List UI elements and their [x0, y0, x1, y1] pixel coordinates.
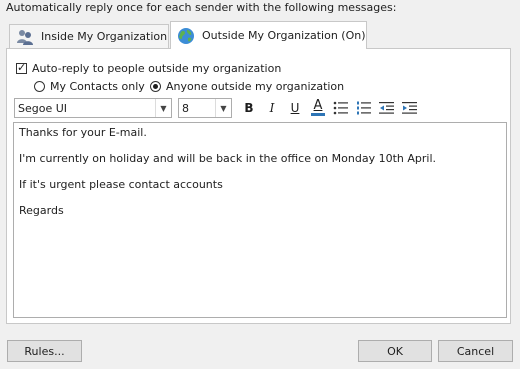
chevron-down-icon[interactable]: ▼: [215, 99, 231, 117]
increase-indent-icon: [402, 102, 417, 114]
auto-reply-option[interactable]: ✓ Auto-reply to people outside my organi…: [16, 61, 282, 75]
message-line: If it's urgent please contact accounts: [19, 178, 223, 191]
message-editor[interactable]: Thanks for your E-mail. I'm currently on…: [13, 122, 507, 318]
bullets-button[interactable]: [331, 98, 351, 118]
radio-selected-dot: [153, 84, 158, 89]
underline-icon: U: [290, 101, 300, 115]
cancel-button-label: Cancel: [456, 344, 495, 358]
rules-button[interactable]: Rules...: [7, 340, 82, 362]
chevron-down-icon[interactable]: ▼: [155, 99, 171, 117]
font-size-select[interactable]: 8 ▼: [178, 98, 232, 118]
bold-icon: B: [244, 101, 254, 115]
auto-reply-checkbox[interactable]: ✓: [16, 61, 27, 74]
font-color-button[interactable]: A: [308, 97, 328, 117]
font-select[interactable]: Segoe UI ▼: [14, 98, 172, 118]
instructions-label: Automatically reply once for each sender…: [6, 1, 397, 14]
rules-button-label: Rules...: [24, 344, 65, 358]
decrease-indent-icon: [379, 102, 394, 114]
message-line: Regards: [19, 204, 64, 217]
radio-anyone-option[interactable]: Anyone outside my organization: [150, 80, 344, 93]
tab-inside-my-organization[interactable]: Inside My Organization: [9, 24, 169, 48]
people-icon: [15, 27, 35, 47]
radio-anyone-label: Anyone outside my organization: [166, 80, 345, 93]
bold-button[interactable]: B: [239, 98, 259, 118]
message-line: I'm currently on holiday and will be bac…: [19, 152, 436, 165]
increase-indent-button[interactable]: [400, 98, 420, 118]
font-color-icon: A: [313, 97, 323, 113]
numbering-button[interactable]: [354, 98, 374, 118]
message-line: Thanks for your E-mail.: [19, 126, 147, 139]
cancel-button[interactable]: Cancel: [438, 340, 513, 362]
tab-outside-label: Outside My Organization (On): [202, 29, 366, 42]
underline-button[interactable]: U: [285, 98, 305, 118]
ok-button[interactable]: OK: [358, 340, 432, 362]
decrease-indent-button[interactable]: [377, 98, 397, 118]
tab-inside-label: Inside My Organization: [41, 30, 168, 43]
font-size-value: 8: [182, 101, 189, 115]
radio-my-contacts[interactable]: [34, 81, 45, 92]
checkmark-icon: ✓: [17, 61, 27, 74]
radio-my-contacts-label: My Contacts only: [50, 80, 145, 93]
auto-reply-label: Auto-reply to people outside my organiza…: [32, 62, 282, 75]
font-color-bar: [311, 112, 325, 116]
font-value: Segoe UI: [18, 101, 68, 115]
bullets-icon: [333, 101, 348, 115]
ok-button-label: OK: [387, 344, 403, 358]
globe-icon: [176, 26, 196, 46]
italic-button[interactable]: I: [262, 98, 282, 118]
italic-icon: I: [269, 101, 275, 115]
radio-anyone[interactable]: [150, 81, 161, 92]
numbering-icon: [357, 101, 371, 115]
tab-outside-my-organization[interactable]: Outside My Organization (On): [170, 21, 367, 49]
radio-my-contacts-option[interactable]: My Contacts only: [34, 80, 145, 93]
